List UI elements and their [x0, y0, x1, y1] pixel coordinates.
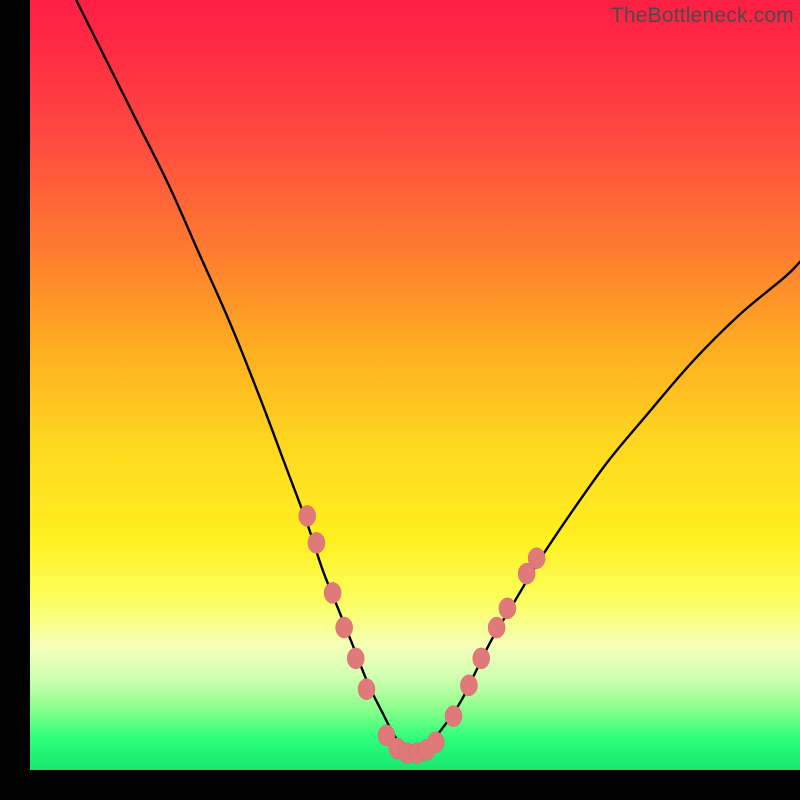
- curve-marker: [528, 548, 545, 569]
- curve-marker: [473, 648, 490, 669]
- curve-marker: [460, 675, 477, 696]
- curve-marker: [336, 617, 353, 638]
- curve-marker: [299, 505, 316, 526]
- curve-marker: [427, 732, 444, 753]
- curve-marker: [499, 598, 516, 619]
- bottleneck-curve: [30, 0, 800, 770]
- chart-frame: TheBottleneck.com: [0, 0, 800, 800]
- curve-marker: [347, 648, 364, 669]
- curve-marker: [488, 617, 505, 638]
- curve-marker: [445, 706, 462, 727]
- curve-marker: [324, 582, 341, 603]
- plot-area: TheBottleneck.com: [30, 0, 800, 770]
- curve-marker: [358, 679, 375, 700]
- curve-marker: [308, 532, 325, 553]
